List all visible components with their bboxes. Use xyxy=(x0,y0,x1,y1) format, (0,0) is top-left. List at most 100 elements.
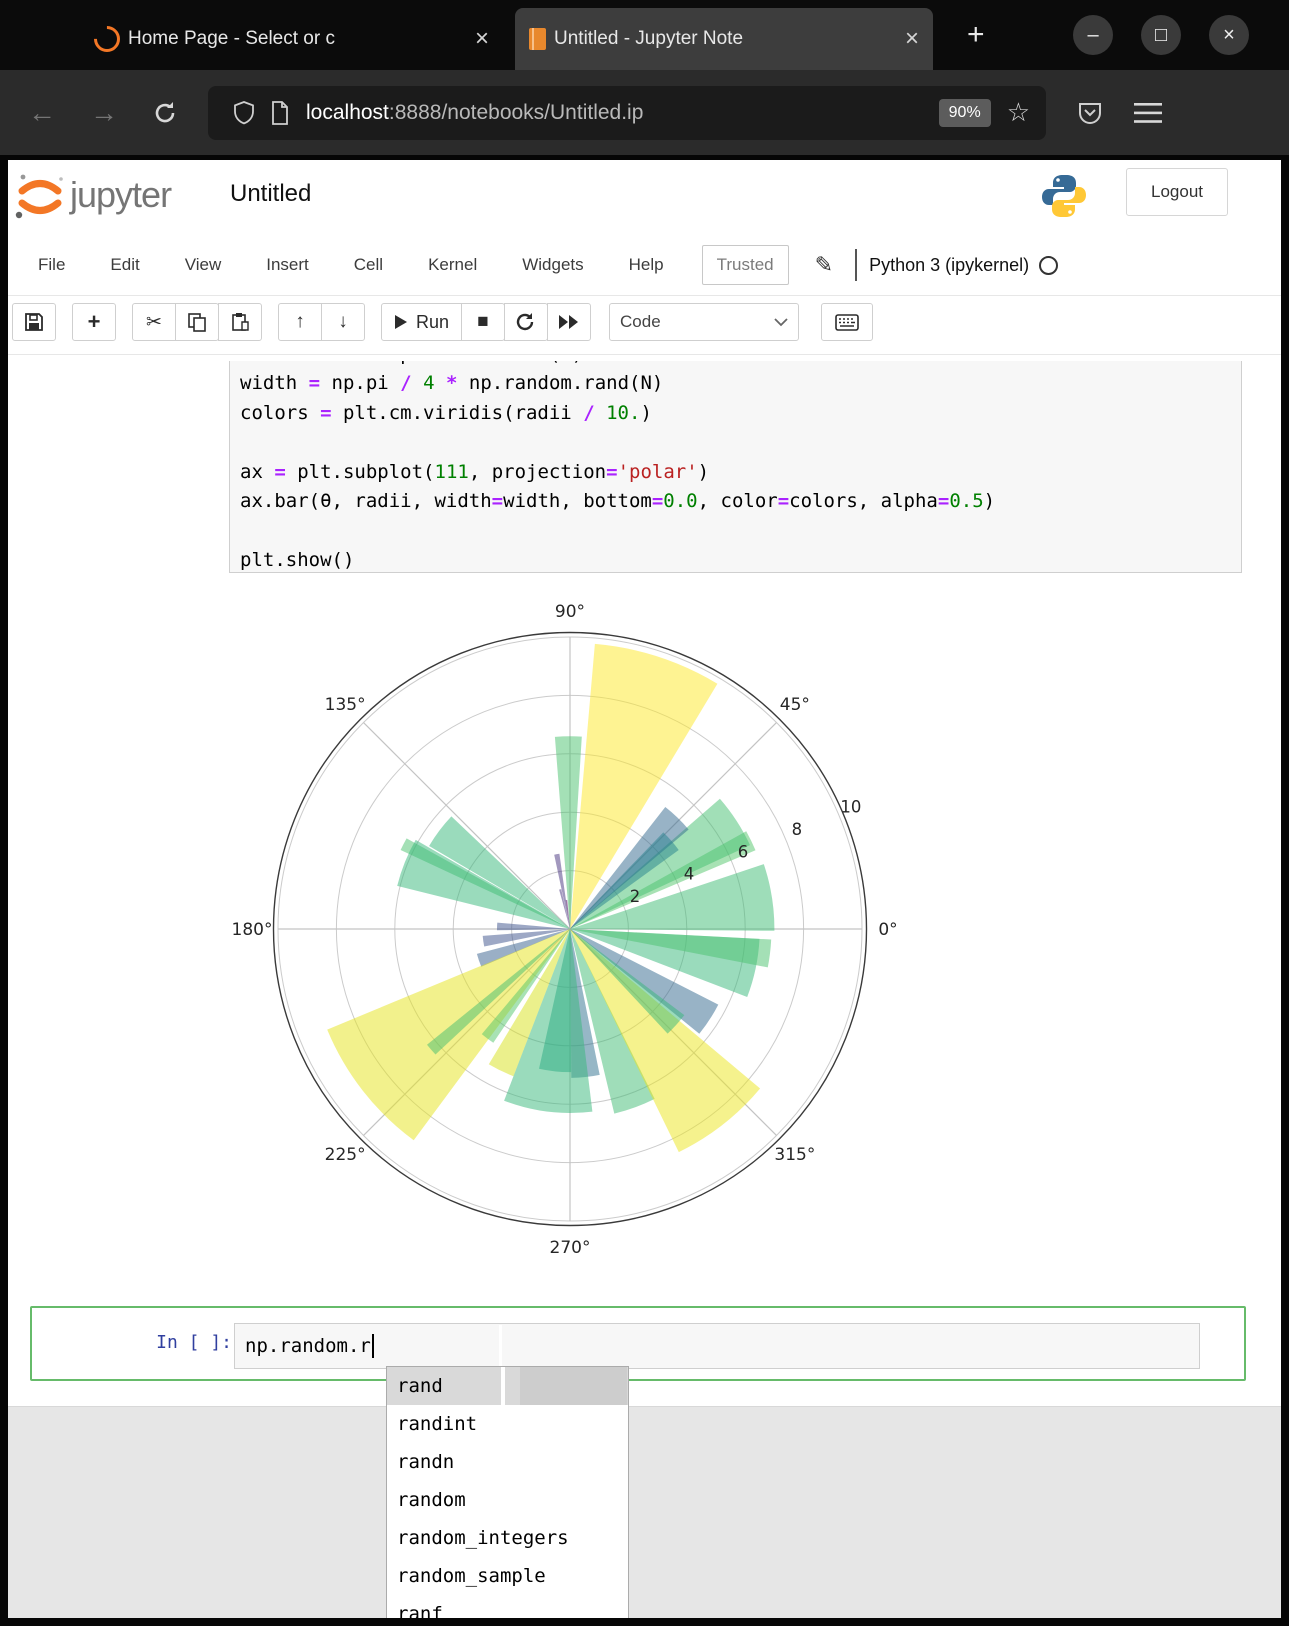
autocomplete-dropdown[interactable]: randrandintrandnrandomrandom_integersran… xyxy=(386,1366,629,1618)
menu-file[interactable]: File xyxy=(38,255,65,275)
autocomplete-item[interactable]: rand xyxy=(387,1367,628,1405)
menu-cell[interactable]: Cell xyxy=(354,255,383,275)
command-palette-button[interactable] xyxy=(821,303,873,341)
cell-code-input[interactable]: np.random.r xyxy=(234,1323,1200,1369)
menu-kernel[interactable]: Kernel xyxy=(428,255,477,275)
completion-column-divider xyxy=(499,1325,502,1367)
copy-icon xyxy=(187,312,207,332)
kernel-idle-indicator-icon xyxy=(1039,256,1058,275)
r-tick-label: 8 xyxy=(792,820,803,839)
minimize-button[interactable]: – xyxy=(1073,15,1113,55)
trusted-badge: Trusted xyxy=(702,245,789,285)
browser-titlebar: Home Page - Select or c × Untitled - Jup… xyxy=(0,0,1289,70)
jupyter-ring-icon xyxy=(89,21,126,58)
pocket-icon[interactable] xyxy=(1076,99,1104,127)
input-prompt: In [ ]: xyxy=(92,1332,232,1353)
tab-fade xyxy=(849,8,895,70)
code-cell-input[interactable]: radii = 10 * np.random.rand(N) width = n… xyxy=(229,361,1242,573)
paste-cell-button[interactable] xyxy=(218,303,262,341)
browser-navbar: ← → localhost:8888/notebooks/Untitled.ip… xyxy=(0,70,1289,155)
add-cell-button[interactable]: + xyxy=(72,303,116,341)
refresh-icon[interactable] xyxy=(152,100,178,126)
browser-tab-home[interactable]: Home Page - Select or c × xyxy=(80,10,503,68)
new-tab-button[interactable]: + xyxy=(967,18,985,52)
url-host: localhost xyxy=(306,101,389,124)
tab-close-icon[interactable]: × xyxy=(475,27,489,51)
run-button[interactable]: Run xyxy=(381,303,462,341)
jupyter-logo-icon[interactable] xyxy=(14,170,66,224)
bookmark-star-icon[interactable]: ☆ xyxy=(1007,97,1030,128)
tab-label: Untitled - Jupyter Note xyxy=(554,28,743,50)
jupyter-logo-text[interactable]: jupyter xyxy=(70,174,171,216)
theta-tick-label: 45° xyxy=(780,695,810,715)
code-line: colors = plt.cm.viridis(radii / 10.) xyxy=(240,399,1231,428)
url-path: :8888/notebooks/Untitled.ip xyxy=(389,101,644,124)
autocomplete-item[interactable]: random_integers xyxy=(387,1519,628,1557)
logout-button[interactable]: Logout xyxy=(1126,168,1228,216)
restart-run-all-button[interactable] xyxy=(547,303,591,341)
window-controls: – □ × xyxy=(1073,15,1249,55)
autocomplete-item[interactable]: randn xyxy=(387,1443,628,1481)
hamburger-menu-icon[interactable] xyxy=(1134,102,1162,124)
notebook-title[interactable]: Untitled xyxy=(230,180,311,208)
jupyter-page: jupyter Untitled Logout File Edit View Inse… xyxy=(8,160,1281,1618)
tab-fade xyxy=(419,10,465,68)
forward-button[interactable]: → xyxy=(90,97,118,129)
tab-close-icon[interactable]: × xyxy=(905,27,919,51)
kernel-name[interactable]: Python 3 (ipykernel) xyxy=(869,255,1029,276)
code-line: ax.bar(θ, radii, width=width, bottom=0.0… xyxy=(240,487,1231,516)
zoom-level-badge[interactable]: 90% xyxy=(939,99,991,127)
url-bar[interactable]: localhost:8888/notebooks/Untitled.ip 90%… xyxy=(208,86,1046,140)
save-button[interactable] xyxy=(12,303,56,341)
restart-kernel-button[interactable] xyxy=(504,303,548,341)
typed-code: np.random.r xyxy=(245,1335,371,1357)
edit-mode-pencil-icon: ✎ xyxy=(815,252,833,278)
floppy-icon xyxy=(24,312,44,332)
autocomplete-item[interactable]: ranf xyxy=(387,1595,628,1618)
interrupt-kernel-button[interactable]: ■ xyxy=(461,303,505,341)
completion-column-gap xyxy=(501,1367,505,1405)
url-text[interactable]: localhost:8888/notebooks/Untitled.ip xyxy=(306,101,643,125)
page-icon[interactable] xyxy=(270,100,290,126)
theta-tick-label: 270° xyxy=(550,1238,591,1258)
selected-empty-cell[interactable]: In [ ]: np.random.r xyxy=(30,1306,1246,1381)
shield-icon[interactable] xyxy=(232,100,256,126)
code-line: ax = plt.subplot(111, projection='polar'… xyxy=(240,458,1231,487)
autocomplete-item[interactable]: random xyxy=(387,1481,628,1519)
move-cell-down-button[interactable]: ↓ xyxy=(321,303,365,341)
maximize-button[interactable]: □ xyxy=(1141,15,1181,55)
url-fade xyxy=(768,86,818,140)
theta-tick-label: 180° xyxy=(232,920,273,940)
python-logo-icon xyxy=(1040,172,1088,220)
move-cell-up-button[interactable]: ↑ xyxy=(278,303,322,341)
autocomplete-item[interactable]: random_sample xyxy=(387,1557,628,1595)
notebook-area[interactable]: radii = 10 * np.random.rand(N) width = n… xyxy=(8,355,1281,1618)
run-label: Run xyxy=(416,312,449,333)
menu-edit[interactable]: Edit xyxy=(110,255,139,275)
menu-insert[interactable]: Insert xyxy=(266,255,309,275)
back-button[interactable]: ← xyxy=(28,97,56,129)
browser-window: { "browser": { "tabs": [ {"label": "Home… xyxy=(0,0,1289,1626)
browser-tab-untitled[interactable]: Untitled - Jupyter Note × xyxy=(515,8,933,70)
code-line xyxy=(240,516,1231,545)
notebook-end-space[interactable] xyxy=(8,1406,1281,1618)
theta-tick-label: 315° xyxy=(774,1145,815,1165)
play-icon xyxy=(394,314,408,330)
r-tick-label: 2 xyxy=(630,887,641,906)
close-button[interactable]: × xyxy=(1209,15,1249,55)
copy-cell-button[interactable] xyxy=(175,303,219,341)
code-line: width = np.pi / 4 * np.random.rand(N) xyxy=(240,369,1231,398)
notebook-toolbar: + ✂ ↑ ↓ Run ■ xyxy=(8,296,1281,355)
menu-view[interactable]: View xyxy=(185,255,222,275)
menubar: FileEditViewInsertCellKernelWidgetsHelp … xyxy=(8,235,1281,296)
fast-forward-icon xyxy=(558,314,580,330)
cut-cell-button[interactable]: ✂ xyxy=(132,303,176,341)
menu-widgets[interactable]: Widgets xyxy=(522,255,583,275)
autocomplete-item[interactable]: randint xyxy=(387,1405,628,1443)
r-tick-label: 6 xyxy=(738,842,749,861)
chevron-down-icon xyxy=(774,318,788,327)
jupyter-header: jupyter Untitled Logout xyxy=(8,160,1281,235)
menu-help[interactable]: Help xyxy=(629,255,664,275)
cell-type-select[interactable]: Code xyxy=(609,303,799,341)
theta-tick-label: 90° xyxy=(555,602,585,622)
